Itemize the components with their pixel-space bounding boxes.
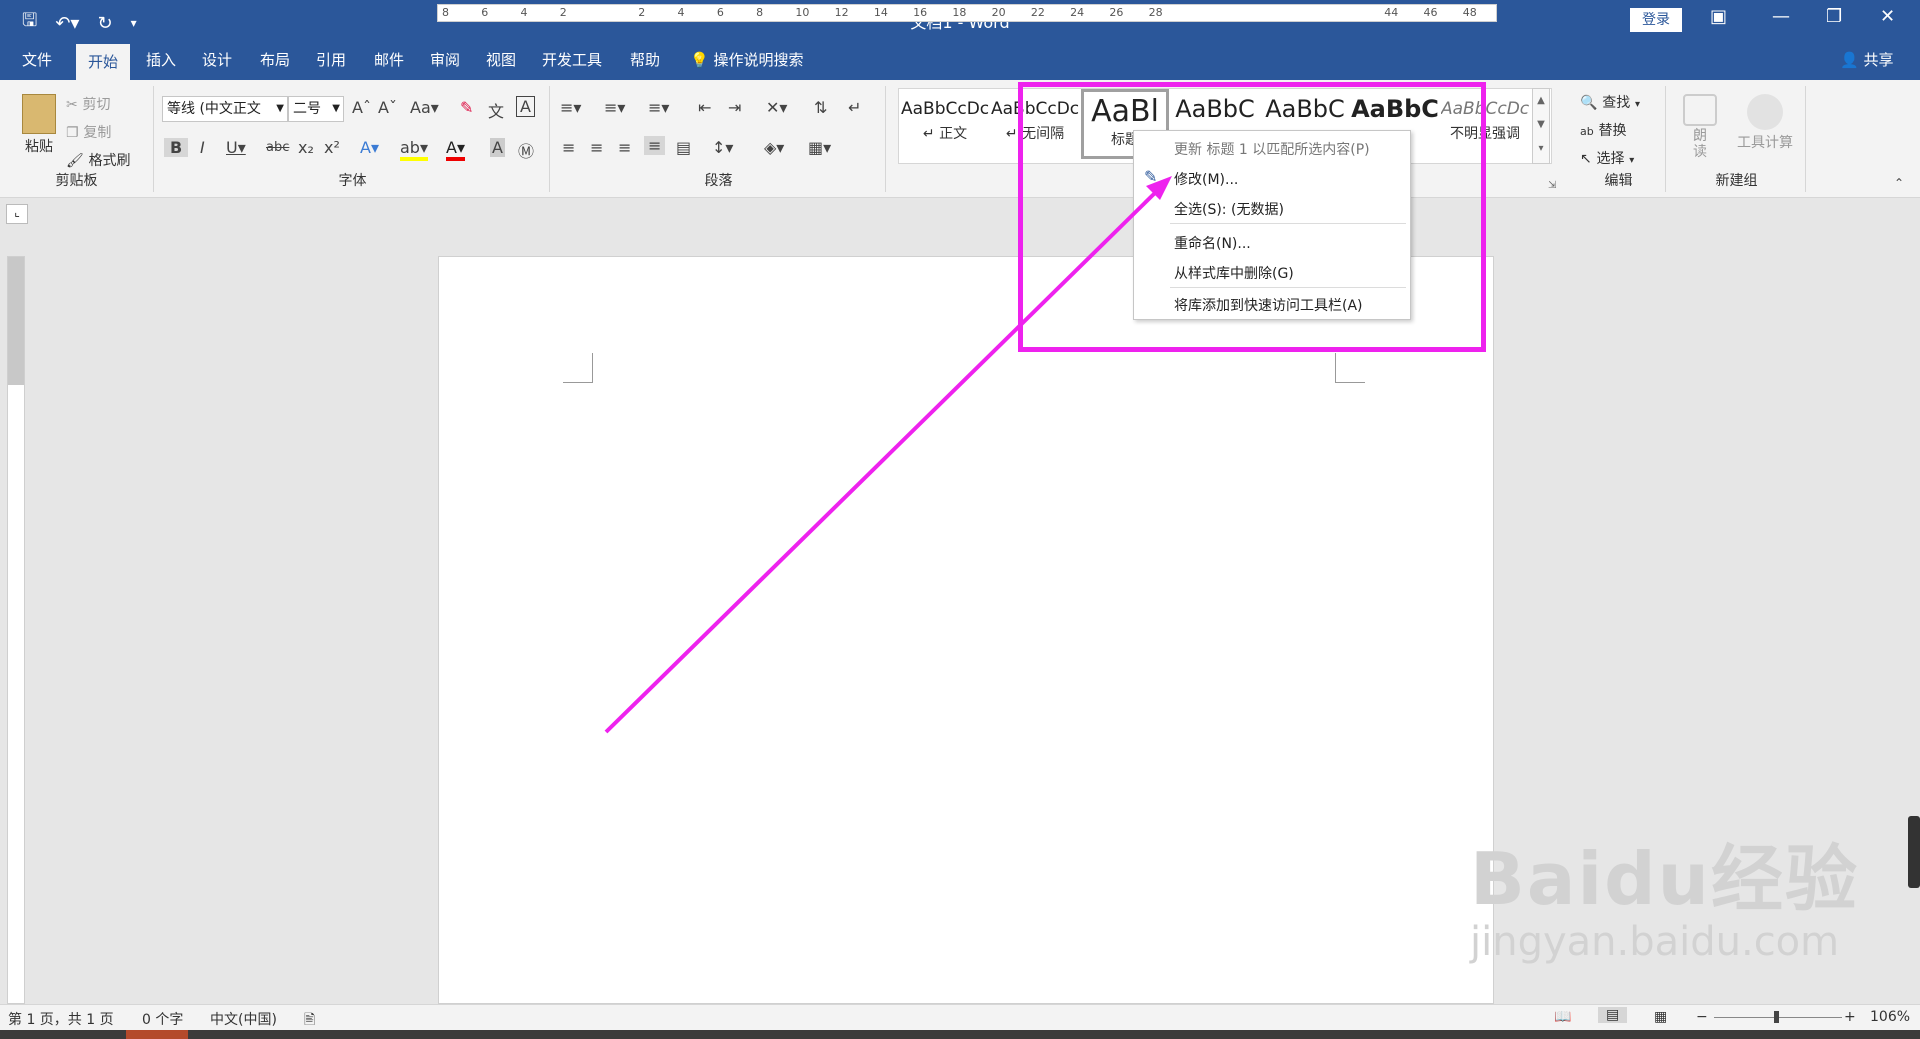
arrow-shaft	[604, 188, 1160, 734]
annotation-arrow	[604, 176, 1172, 734]
